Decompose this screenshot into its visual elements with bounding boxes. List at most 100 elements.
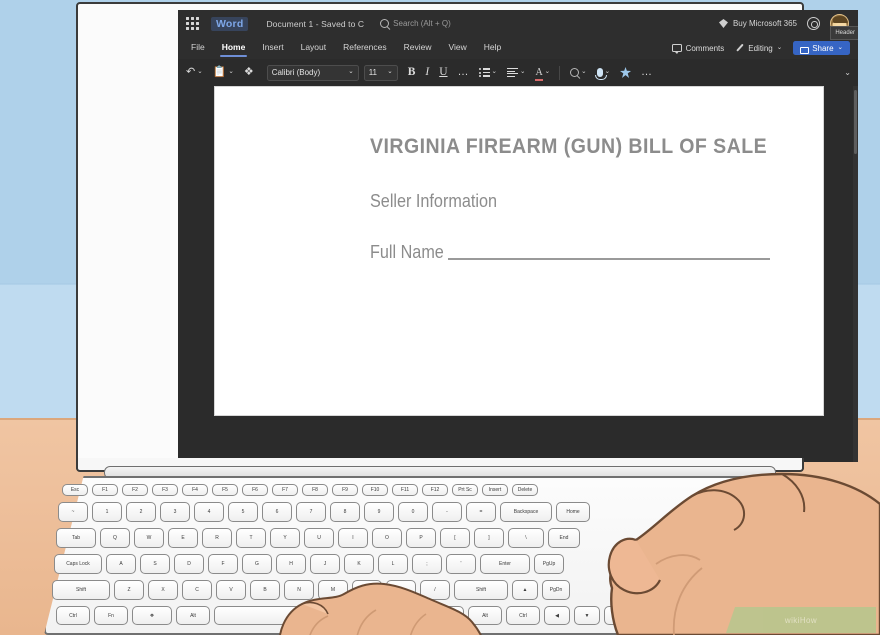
tab-view[interactable]: View (448, 42, 466, 54)
key-p[interactable]: P (406, 528, 436, 548)
comments-button[interactable]: Comments (671, 44, 724, 54)
key-alt[interactable]: Alt (176, 606, 210, 625)
italic-button[interactable]: I (425, 66, 429, 79)
key--[interactable]: ~ (58, 502, 88, 522)
key-tab[interactable]: Tab (56, 528, 96, 548)
key--[interactable]: = (466, 502, 496, 522)
key-shift[interactable]: Shift (52, 580, 110, 600)
key-4[interactable]: 4 (194, 502, 224, 522)
key-f6[interactable]: F6 (242, 484, 268, 496)
key-f[interactable]: F (208, 554, 238, 574)
tab-insert[interactable]: Insert (262, 42, 283, 54)
search-box[interactable]: Search (Alt + Q) (380, 19, 719, 28)
key-9[interactable]: 9 (364, 502, 394, 522)
full-name-field-row[interactable]: Full Name (370, 242, 770, 263)
key-ctrl[interactable]: Ctrl (56, 606, 90, 625)
key-r[interactable]: R (202, 528, 232, 548)
key-esc[interactable]: Esc (62, 484, 88, 496)
key-v[interactable]: V (216, 580, 246, 600)
key-c[interactable]: C (182, 580, 212, 600)
key-e[interactable]: E (168, 528, 198, 548)
key-f10[interactable]: F10 (362, 484, 388, 496)
key--[interactable]: \ (508, 528, 544, 548)
document-scrollbar[interactable] (853, 86, 858, 462)
toolbar-overflow-button[interactable]: … (641, 67, 652, 78)
key-x[interactable]: X (148, 580, 178, 600)
font-size-select[interactable]: 11 ⌄ (363, 64, 398, 81)
key-prt-sc[interactable]: Prt Sc (452, 484, 478, 496)
bold-icon: B (407, 65, 416, 78)
tab-help[interactable]: Help (484, 42, 501, 54)
key-7[interactable]: 7 (296, 502, 326, 522)
key-home[interactable]: Home (556, 502, 590, 522)
tab-review[interactable]: Review (404, 42, 432, 54)
key-f8[interactable]: F8 (302, 484, 328, 496)
key-a[interactable]: A (106, 554, 136, 574)
key-f9[interactable]: F9 (332, 484, 358, 496)
key-s[interactable]: S (140, 554, 170, 574)
gear-icon[interactable] (807, 17, 820, 30)
key-8[interactable]: 8 (330, 502, 360, 522)
key-y[interactable]: Y (270, 528, 300, 548)
key-insert[interactable]: Insert (482, 484, 508, 496)
alignment-button[interactable]: ⌄ (506, 68, 525, 77)
bold-button[interactable]: B (407, 65, 416, 79)
tab-home[interactable]: Home (219, 42, 247, 57)
key-f4[interactable]: F4 (182, 484, 208, 496)
key-f1[interactable]: F1 (92, 484, 118, 496)
paste-button[interactable]: 📋 ⌄ (213, 67, 234, 78)
app-launcher-icon[interactable] (186, 17, 199, 30)
key-2[interactable]: 2 (126, 502, 156, 522)
header-tab-label[interactable]: Header (830, 26, 858, 40)
key-1[interactable]: 1 (92, 502, 122, 522)
key-fn[interactable]: Fn (94, 606, 128, 625)
underline-button[interactable]: U (439, 66, 447, 79)
tab-file[interactable]: File (191, 42, 205, 54)
app-name-badge[interactable]: Word (211, 16, 249, 31)
tab-references[interactable]: References (343, 42, 386, 54)
font-color-button[interactable]: A ⌄ (535, 67, 550, 81)
editing-mode-button[interactable]: Editing ⌄ (735, 44, 782, 53)
key--[interactable]: - (432, 502, 462, 522)
key-caps-lock[interactable]: Caps Lock (54, 554, 102, 574)
key-backspace[interactable]: Backspace (500, 502, 552, 522)
find-button[interactable]: ⌄ (570, 68, 587, 77)
key-f3[interactable]: F3 (152, 484, 178, 496)
editor-button[interactable] (620, 67, 632, 78)
key-f5[interactable]: F5 (212, 484, 238, 496)
key-w[interactable]: W (134, 528, 164, 548)
tab-layout[interactable]: Layout (301, 42, 327, 54)
key-g[interactable]: G (242, 554, 272, 574)
document-title[interactable]: Document 1 - Saved to C (266, 19, 364, 29)
font-family-select[interactable]: Calibri (Body) ⌄ (266, 64, 359, 81)
more-font-options-button[interactable]: … (458, 67, 469, 78)
key-o[interactable]: O (372, 528, 402, 548)
key-delete[interactable]: Delete (512, 484, 538, 496)
key-f7[interactable]: F7 (272, 484, 298, 496)
key-3[interactable]: 3 (160, 502, 190, 522)
key-i[interactable]: I (338, 528, 368, 548)
document-page[interactable]: VIRGINIA FIREARM (GUN) BILL OF SALE Sell… (214, 86, 824, 416)
collapse-ribbon-button[interactable]: ⌄ (844, 68, 851, 77)
key-t[interactable]: T (236, 528, 266, 548)
key-6[interactable]: 6 (262, 502, 292, 522)
key-f12[interactable]: F12 (422, 484, 448, 496)
key-q[interactable]: Q (100, 528, 130, 548)
key-z[interactable]: Z (114, 580, 144, 600)
key--[interactable]: [ (440, 528, 470, 548)
dictate-button[interactable]: ⌄ (594, 68, 610, 80)
key-0[interactable]: 0 (398, 502, 428, 522)
key-u[interactable]: U (304, 528, 334, 548)
key-end[interactable]: End (548, 528, 580, 548)
key--[interactable]: ❖ (132, 606, 172, 625)
key-f2[interactable]: F2 (122, 484, 148, 496)
key--[interactable]: ] (474, 528, 504, 548)
format-painter-button[interactable]: ❖ (244, 67, 254, 78)
key-f11[interactable]: F11 (392, 484, 418, 496)
undo-button[interactable]: ↶ ⌄ (186, 67, 203, 78)
bulleted-list-button[interactable]: ⌄ (478, 68, 497, 77)
share-button[interactable]: Share ⌄ (793, 41, 850, 55)
key-5[interactable]: 5 (228, 502, 258, 522)
key-d[interactable]: D (174, 554, 204, 574)
buy-microsoft365-button[interactable]: Buy Microsoft 365 (718, 19, 797, 28)
